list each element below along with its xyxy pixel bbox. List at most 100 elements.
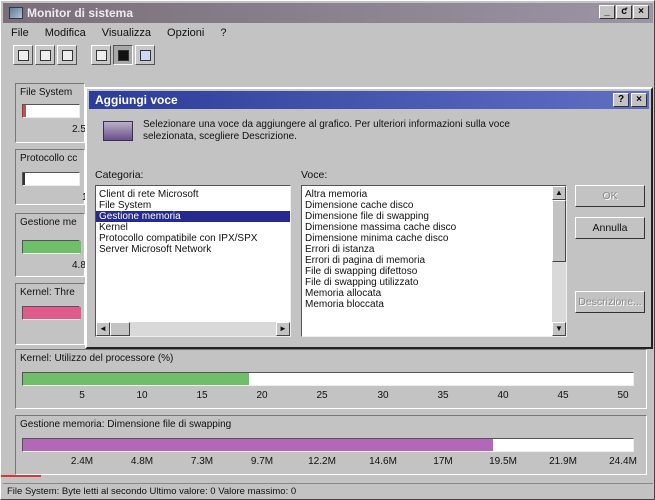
- item-vscroll[interactable]: ▲ ▼: [552, 186, 566, 336]
- menu-visualizza[interactable]: Visualizza: [96, 25, 157, 43]
- tick-label: 12.2M: [308, 456, 336, 467]
- counter-item[interactable]: Dimensione minima cache disco: [302, 233, 566, 244]
- scroll-left-button[interactable]: ◄: [96, 322, 110, 336]
- counter-item[interactable]: Memoria allocata: [302, 288, 566, 299]
- cancel-button[interactable]: Annulla: [575, 217, 645, 239]
- panel-file-system[interactable]: File System 2.5: [15, 83, 86, 143]
- tick-label: 4.8M: [130, 456, 154, 467]
- add-counter-icon: [17, 49, 29, 61]
- tick-label: 7.3M: [190, 456, 214, 467]
- panel-kernel-threads[interactable]: Kernel: Thre: [15, 283, 85, 345]
- category-item[interactable]: Client di rete Microsoft: [96, 189, 290, 200]
- edit-counter-button[interactable]: [35, 45, 55, 65]
- swap-size-fill: [23, 439, 493, 451]
- panel-bar: [22, 104, 80, 118]
- counter-item[interactable]: Errori di istanza: [302, 244, 566, 255]
- partial-tick: 2.5: [72, 124, 86, 135]
- tick-label: 25: [316, 390, 328, 401]
- cpu-usage-fill: [23, 373, 249, 385]
- bar-chart-button[interactable]: [113, 45, 133, 65]
- tick-label: 19.5M: [489, 456, 517, 467]
- item-list[interactable]: Altra memoria Dimensione cache disco Dimen…: [301, 185, 567, 337]
- window-title: Monitor di sistema: [27, 6, 134, 20]
- dialog-help-button[interactable]: ?: [613, 93, 629, 107]
- chart-icon: [103, 121, 133, 141]
- panel-label: Protocollo cc: [20, 153, 78, 164]
- status-bar: File System: Byte letti al secondo Ultim…: [3, 483, 653, 499]
- panel-bar: [22, 306, 81, 320]
- panel-cpu-usage[interactable]: Kernel: Utilizzo del processore (%) 5 10 1…: [15, 349, 647, 409]
- counter-item[interactable]: Altra memoria: [302, 189, 566, 200]
- tick-label: 40: [497, 390, 509, 401]
- line-chart-button[interactable]: [91, 45, 111, 65]
- panel-label: Gestione memoria: Dimensione file di swa…: [20, 419, 232, 430]
- scroll-thumb[interactable]: [552, 200, 566, 262]
- panel-protocollo[interactable]: Protocollo cc 1: [15, 149, 88, 205]
- ok-button[interactable]: OK: [575, 185, 645, 207]
- panel-label: Kernel: Utilizzo del processore (%): [20, 353, 174, 364]
- line-chart-icon: [95, 49, 107, 61]
- dialog-title: Aggiungi voce: [95, 93, 178, 107]
- tick-label: 14.6M: [369, 456, 397, 467]
- scroll-up-button[interactable]: ▲: [552, 186, 566, 200]
- menu-help[interactable]: ?: [214, 25, 232, 43]
- menu-opzioni[interactable]: Opzioni: [161, 25, 210, 43]
- tick-label: 17M: [433, 456, 453, 467]
- panel-gestione-memoria[interactable]: Gestione me 4.8: [15, 213, 86, 277]
- cpu-axis: 5 10 15 20 25 30 35 40 45 50: [22, 390, 634, 402]
- caption-buttons: _ ƈ ×: [599, 5, 649, 19]
- category-item[interactable]: Protocollo compatibile con IPX/SPX: [96, 233, 290, 244]
- counter-item[interactable]: File di swapping utilizzato: [302, 277, 566, 288]
- counter-item[interactable]: Dimensione massima cache disco: [302, 222, 566, 233]
- tick-label: 45: [557, 390, 569, 401]
- category-item[interactable]: Kernel: [96, 222, 290, 233]
- minimize-button[interactable]: _: [599, 5, 615, 19]
- tick-label: 35: [437, 390, 449, 401]
- red-indicator: [1, 475, 41, 477]
- restore-button[interactable]: ƈ: [616, 5, 632, 19]
- category-label: Categoria:: [95, 169, 144, 181]
- tick-label: 50: [617, 390, 629, 401]
- counter-item[interactable]: Dimensione cache disco: [302, 200, 566, 211]
- menu-bar: File Modifica Visualizza Opzioni ?: [5, 25, 232, 43]
- add-counter-button[interactable]: [13, 45, 33, 65]
- describe-button[interactable]: Descrizione...: [575, 291, 645, 313]
- counter-item[interactable]: Errori di pagina di memoria: [302, 255, 566, 266]
- scroll-thumb[interactable]: [110, 322, 130, 336]
- tick-label: 20: [256, 390, 268, 401]
- swap-axis: 2.4M 4.8M 7.3M 9.7M 12.2M 14.6M 17M 19.5M 21.9M 2…: [22, 456, 637, 468]
- panel-swap-size[interactable]: Gestione memoria: Dimensione file di swa…: [15, 415, 647, 475]
- category-item[interactable]: File System: [96, 200, 290, 211]
- menu-modifica[interactable]: Modifica: [39, 25, 92, 43]
- panel-label: Kernel: Thre: [20, 287, 75, 298]
- cpu-usage-bar: [22, 372, 634, 386]
- scroll-right-button[interactable]: ►: [276, 322, 290, 336]
- panel-bar: [22, 240, 81, 254]
- close-button[interactable]: ×: [633, 5, 649, 19]
- bar-chart-icon: [117, 49, 129, 61]
- category-item[interactable]: Gestione memoria: [96, 211, 290, 222]
- tick-label: 15: [196, 390, 208, 401]
- category-item[interactable]: Server Microsoft Network: [96, 244, 290, 255]
- tick-label: 21.9M: [549, 456, 577, 467]
- tick-label: 30: [377, 390, 389, 401]
- panel-label: File System: [20, 87, 73, 98]
- remove-counter-button[interactable]: [57, 45, 77, 65]
- category-hscroll[interactable]: ◄ ►: [96, 322, 290, 336]
- counter-item[interactable]: Dimensione file di swapping: [302, 211, 566, 222]
- system-monitor-window: Monitor di sistema _ ƈ × File Modifica V…: [0, 0, 655, 500]
- remove-counter-icon: [61, 49, 73, 61]
- menu-file[interactable]: File: [5, 25, 35, 43]
- dialog-close-button[interactable]: ×: [631, 93, 647, 107]
- counter-item[interactable]: Memoria bloccata: [302, 299, 566, 310]
- counter-item[interactable]: File di swapping difettoso: [302, 266, 566, 277]
- numeric-icon: [139, 49, 151, 61]
- category-list[interactable]: Client di rete Microsoft File System Gesti…: [95, 185, 291, 337]
- add-counter-dialog: Aggiungi voce ? × Selezionare una voce d…: [85, 87, 653, 349]
- swap-size-bar: [22, 438, 634, 452]
- dialog-title-bar[interactable]: Aggiungi voce ? ×: [89, 91, 649, 109]
- scroll-down-button[interactable]: ▼: [552, 322, 566, 336]
- edit-counter-icon: [39, 49, 51, 61]
- title-bar[interactable]: Monitor di sistema _ ƈ ×: [3, 3, 653, 23]
- numeric-view-button[interactable]: [135, 45, 155, 65]
